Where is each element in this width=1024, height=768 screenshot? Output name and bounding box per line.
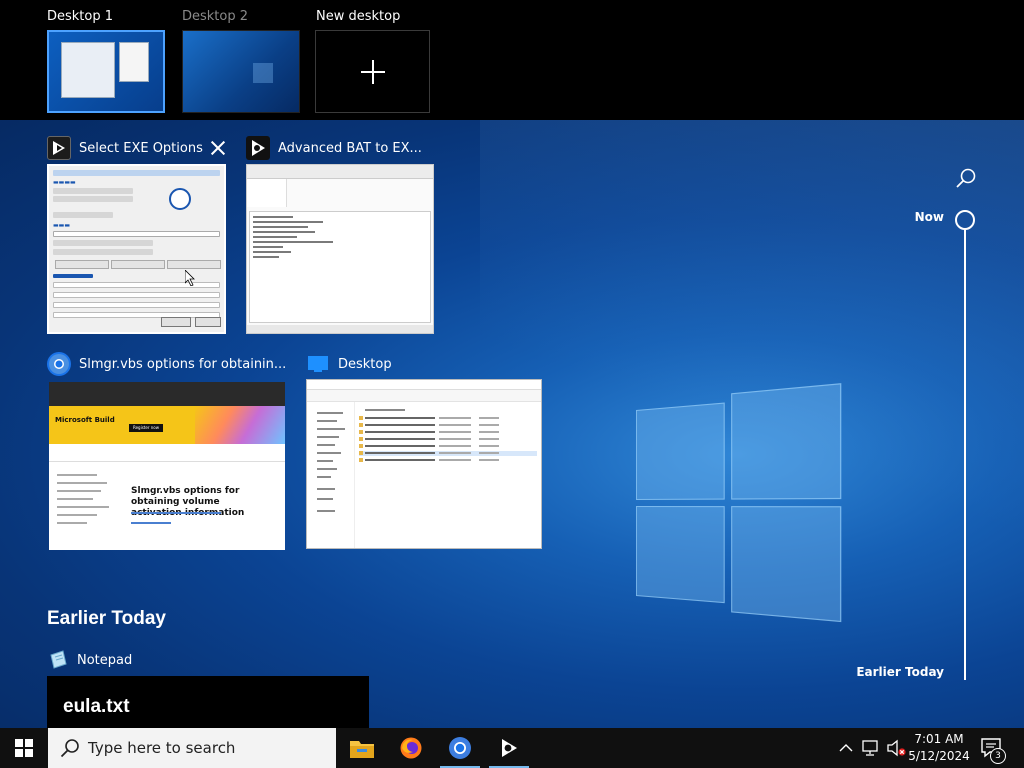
activity-app-name: Notepad xyxy=(77,652,133,668)
taskbar-file-explorer[interactable] xyxy=(338,728,386,768)
clock-time: 7:01 AM xyxy=(914,732,964,746)
desktop-1-thumbnail[interactable] xyxy=(47,30,165,113)
mouse-cursor-icon xyxy=(185,270,195,286)
chrome-icon xyxy=(449,737,471,759)
plus-icon xyxy=(360,59,385,84)
clock-date: 5/12/2024 xyxy=(908,749,970,763)
notification-count-badge: 3 xyxy=(990,748,1006,764)
window-title: Select EXE Options xyxy=(79,140,203,156)
window-card-select-exe-options[interactable]: Select EXE Options ▬▬▬▬ ▬▬▬ xyxy=(47,136,226,334)
desktop-2-label: Desktop 2 xyxy=(182,9,249,24)
window-card-browser-slmgr[interactable]: Slmgr.vbs options for obtainin... Micros… xyxy=(47,352,287,550)
bat-app-icon xyxy=(246,136,270,160)
exe-app-icon xyxy=(47,136,71,160)
timeline-now-label[interactable]: Now xyxy=(880,210,944,224)
window-preview: Microsoft Build Register now Slmgr.vbs o… xyxy=(49,382,285,550)
desktop-folder-icon xyxy=(306,352,330,376)
window-preview xyxy=(306,379,542,549)
earlier-today-heading: Earlier Today xyxy=(47,608,166,629)
window-preview xyxy=(246,164,434,334)
window-title: Advanced BAT to EX... xyxy=(278,140,422,156)
start-button[interactable] xyxy=(0,728,48,768)
window-card-advanced-bat-to-exe[interactable]: Advanced BAT to EX... xyxy=(246,136,434,334)
activity-card-notepad[interactable]: Notepad eula.txt xyxy=(47,648,369,728)
new-desktop-button[interactable] xyxy=(315,30,430,113)
taskbar-clock[interactable]: 7:01 AM 5/12/2024 xyxy=(908,731,970,765)
banner-button: Register now xyxy=(129,424,163,432)
bat-app-icon xyxy=(502,739,517,757)
windows-logo-wallpaper xyxy=(636,383,842,623)
window-title: Slmgr.vbs options for obtainin... xyxy=(79,356,287,372)
network-icon[interactable] xyxy=(862,739,880,757)
timeline-scroll-thumb[interactable] xyxy=(955,210,975,230)
taskbar-bat-to-exe[interactable] xyxy=(485,728,533,768)
timeline-search-icon[interactable] xyxy=(955,167,977,189)
taskbar-firefox[interactable] xyxy=(387,728,435,768)
banner-title: Microsoft Build xyxy=(55,416,115,424)
search-icon xyxy=(60,739,79,758)
desktop-1-label: Desktop 1 xyxy=(47,9,114,24)
window-title: Desktop xyxy=(338,356,392,372)
desktop-2-thumbnail[interactable] xyxy=(182,30,300,113)
taskbar-chrome[interactable] xyxy=(436,728,484,768)
article-heading: Slmgr.vbs options for obtaining volume a… xyxy=(131,486,244,518)
taskbar: Type here to search 7:01 AM 5/12/2024 3 xyxy=(0,728,1024,768)
timeline-track[interactable] xyxy=(964,230,966,680)
new-desktop-label: New desktop xyxy=(316,9,401,24)
file-explorer-icon xyxy=(350,741,374,758)
search-placeholder: Type here to search xyxy=(88,739,236,757)
timeline-earlier-label[interactable]: Earlier Today xyxy=(846,665,944,679)
volume-muted-icon[interactable] xyxy=(886,739,906,757)
windows-start-icon xyxy=(15,739,33,757)
activity-file-name: eula.txt xyxy=(63,696,130,717)
notepad-icon xyxy=(50,650,67,669)
firefox-icon xyxy=(400,737,422,759)
close-icon[interactable] xyxy=(210,140,226,156)
taskbar-search-box[interactable]: Type here to search xyxy=(48,728,336,768)
chrome-icon xyxy=(47,352,71,376)
virtual-desktops-bar: Desktop 1 Desktop 2 New desktop xyxy=(0,0,1024,120)
window-preview: ▬▬▬▬ ▬▬▬ xyxy=(47,164,226,334)
activity-preview: eula.txt xyxy=(47,676,369,728)
window-card-file-explorer[interactable]: Desktop xyxy=(306,352,542,550)
chevron-up-icon[interactable] xyxy=(838,740,854,756)
